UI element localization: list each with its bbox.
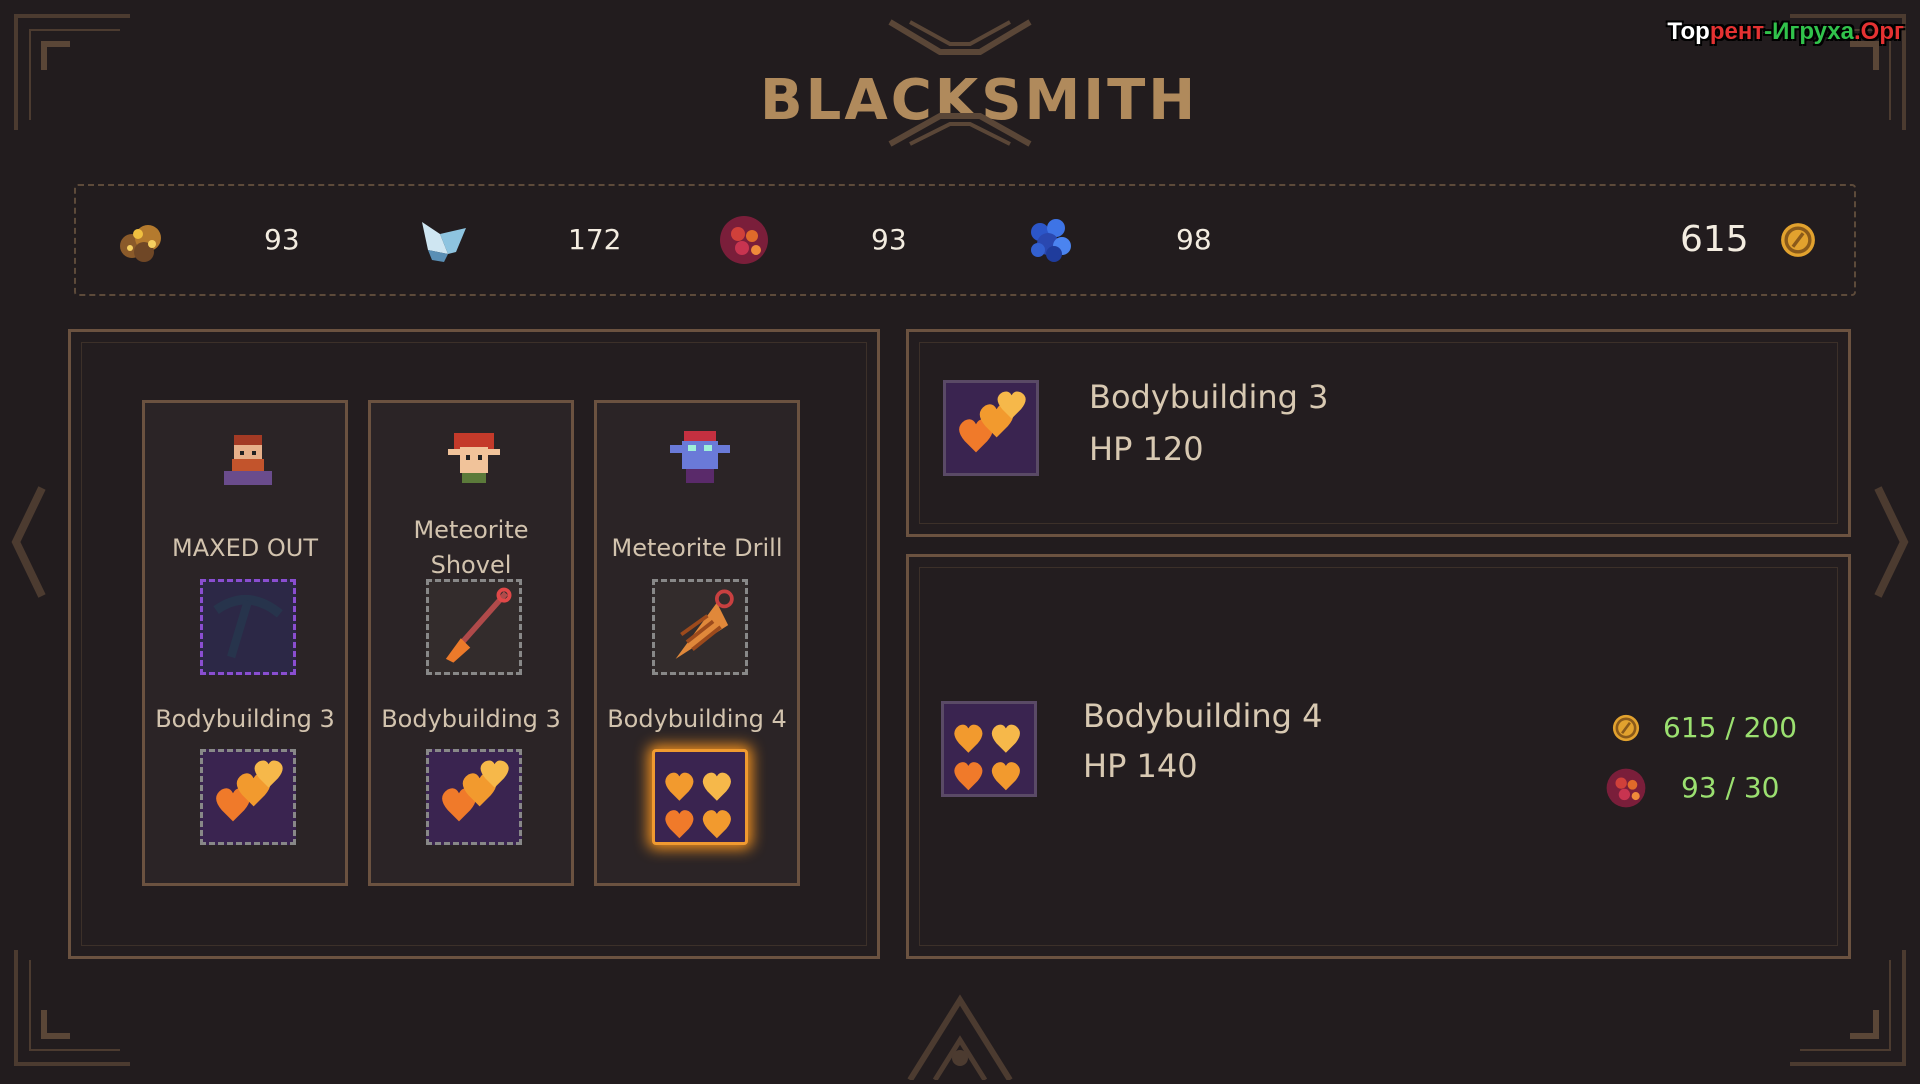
watermark-part: рент [1709,18,1765,45]
current-upgrade-icon-box [943,380,1039,476]
watermark-part: .Орг [1854,18,1904,45]
next-upgrade-name: Bodybuilding 4 [1083,697,1323,735]
coin-cost: 615 / 200 [1663,711,1798,744]
shovel-icon [445,587,512,663]
coin-icon [1781,223,1815,257]
resource-bar: 93 172 93 98 615 [74,184,1856,296]
gold-ore-resource [116,186,168,294]
title-ornament-bottom [888,113,1032,147]
current-upgrade-hp: HP 120 [1089,430,1204,468]
upgrade-label: Bodybuilding 3 [381,705,561,733]
frame-corner-top-left [10,10,210,210]
tool-slot[interactable] [652,579,748,675]
bodybuilding-upgrade-slot[interactable] [426,749,522,845]
next-upgrade-icon-box[interactable] [941,701,1037,797]
crystal-resource [418,186,470,294]
red-ore-icon [720,216,768,264]
title-ornament-top [888,19,1032,55]
red-ore-resource [718,186,770,294]
elf-portrait-icon [448,433,500,483]
frame-corner-bottom-right [1710,870,1910,1070]
goblin-portrait-icon [670,431,730,483]
blue-gem-resource [1024,186,1076,294]
watermark-part: Тор [1667,18,1710,45]
bottom-ornament [880,980,1040,1082]
crystal-icon [422,222,466,262]
character-slot-elf[interactable]: Meteorite Shovel Bodybuilding 3 [368,400,574,886]
bodybuilding-upgrade-slot-selected[interactable] [652,749,748,845]
watermark-part: -Игруха [1764,18,1854,45]
tool-slot[interactable] [200,579,296,675]
next-page-arrow[interactable] [1872,482,1912,602]
character-status: Meteorite Drill [611,533,783,562]
coin-resource [1776,186,1820,294]
blue-gem-count: 98 [1176,223,1212,256]
character-status: MAXED OUT [172,533,318,562]
character-status: Meteorite Shovel [413,516,529,579]
hearts-icon [665,772,731,839]
coin-icon [1612,714,1640,742]
current-upgrade-name: Bodybuilding 3 [1089,378,1329,416]
character-slot-dwarf[interactable]: MAXED OUT Bodybuilding 3 [142,400,348,886]
character-slot-goblin[interactable]: Meteorite Drill Bodybuilding 4 [594,400,800,886]
red-ore-icon [1606,768,1646,808]
coin-count: 615 [1680,219,1749,260]
next-upgrade-panel: Bodybuilding 4 HP 140 615 / 200 93 / 30 [906,554,1851,959]
drill-icon [675,589,734,659]
blue-gem-icon [1031,219,1071,262]
red-ore-cost: 93 / 30 [1681,771,1780,804]
red-ore-count: 93 [871,223,907,256]
gold-ore-count: 93 [264,223,300,256]
previous-page-arrow[interactable] [8,482,48,602]
hearts-icon [954,724,1020,791]
hearts-icon [959,391,1026,453]
title-banner: BLACKSMITH [760,18,1195,148]
upgrade-label: Bodybuilding 3 [155,705,335,733]
next-upgrade-hp: HP 140 [1083,747,1198,785]
hearts-icon [442,760,509,822]
upgrade-label: Bodybuilding 4 [607,705,787,733]
frame-corner-bottom-left [10,870,210,1070]
gold-ore-icon [120,225,161,262]
pickaxe-icon [213,595,283,659]
watermark-logo: Торрент-Игруха.Орг [1667,18,1904,46]
tool-slot[interactable] [426,579,522,675]
bodybuilding-upgrade-slot[interactable] [200,749,296,845]
hearts-icon [216,760,283,822]
dwarf-portrait-icon [224,435,272,485]
crystal-count: 172 [568,223,622,256]
current-upgrade-panel: Bodybuilding 3 HP 120 [906,329,1851,537]
